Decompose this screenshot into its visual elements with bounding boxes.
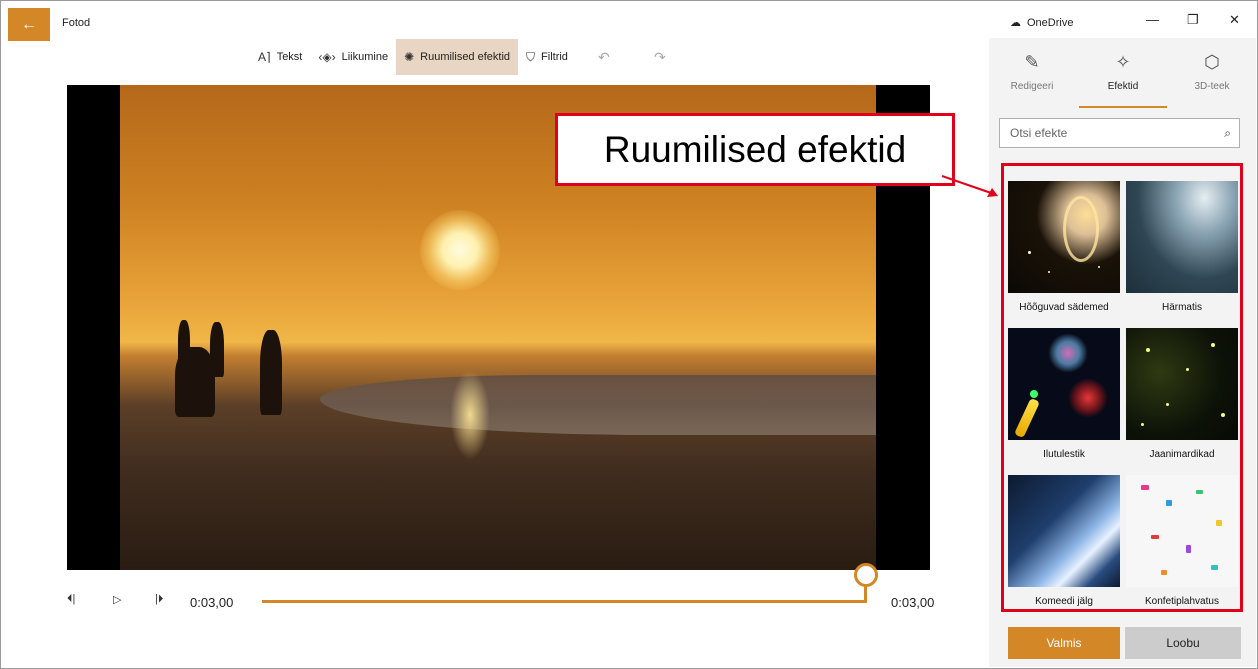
step-back-icon: ⏴|: [67, 593, 76, 605]
text-button-label: Tekst: [276, 51, 303, 63]
search-input[interactable]: [1008, 125, 1225, 141]
back-button[interactable]: ←: [8, 8, 50, 41]
minimize-button[interactable]: —: [1146, 12, 1159, 27]
effect-thumbnail: [1008, 328, 1120, 440]
tab-effects-label: Efektid: [1107, 81, 1139, 92]
cancel-button[interactable]: Loobu: [1125, 627, 1241, 659]
wave: [320, 375, 876, 435]
step-forward-icon: |⏵: [155, 593, 164, 605]
timeline-thumb[interactable]: [854, 563, 878, 587]
onedrive-label: OneDrive: [1027, 16, 1074, 29]
play-icon: ▷: [113, 594, 122, 606]
arrow-left-icon: ←: [21, 15, 37, 33]
spatial-effects-button[interactable]: ✺ Ruumilised efektid: [396, 39, 519, 75]
redo-button[interactable]: ↷: [632, 39, 688, 75]
motion-button[interactable]: ‹◈› Liikumine: [310, 39, 396, 75]
effect-thumbnail: [1008, 475, 1120, 587]
effect-thumbnail: [1126, 475, 1238, 587]
tab-3d-library[interactable]: ⬡ 3D-teek: [1177, 52, 1247, 92]
effect-label: Komeedi jälg: [1035, 596, 1093, 607]
previous-frame-button[interactable]: ⏴|: [67, 593, 75, 606]
tab-edit[interactable]: ✎ Redigeeri: [997, 52, 1067, 92]
effect-label: Konfetiplahvatus: [1145, 596, 1219, 607]
active-tab-indicator: [1079, 106, 1167, 108]
spatial-effects-button-label: Ruumilised efektid: [420, 51, 511, 63]
pencil-icon: ✎: [1024, 52, 1040, 72]
cloud-off-icon: ☁: [1010, 17, 1021, 29]
tab-effects[interactable]: ✧ Efektid: [1088, 52, 1158, 92]
annotation-arrow: [941, 175, 998, 197]
next-frame-button[interactable]: |⏵: [155, 593, 163, 606]
filters-button[interactable]: ⛉ Filtrid: [518, 39, 576, 75]
effect-thumbnail: [1126, 328, 1238, 440]
effect-card-confetti-burst[interactable]: Konfetiplahvatus: [1126, 475, 1238, 607]
filter-icon: ⛉: [526, 49, 536, 64]
sparkle-icon: ✧: [1115, 52, 1131, 72]
person-silhouette: [260, 330, 282, 415]
onedrive-status[interactable]: ☁ OneDrive: [1010, 16, 1074, 30]
effect-card-fireflies[interactable]: Jaanimardikad: [1126, 328, 1238, 460]
redo-icon: ↷: [654, 48, 666, 65]
timeline-track[interactable]: [262, 600, 867, 603]
undo-icon: ↶: [598, 48, 610, 65]
effect-thumbnail: [1126, 181, 1238, 293]
filters-button-label: Filtrid: [541, 51, 568, 63]
person-silhouette: [175, 347, 215, 417]
effect-label: Hõõguvad sädemed: [1019, 302, 1109, 313]
undo-button[interactable]: ↶: [576, 39, 632, 75]
app-title: Fotod: [62, 17, 91, 29]
effect-thumbnail: [1008, 181, 1120, 293]
motion-icon: ‹◈›: [318, 50, 336, 64]
maximize-button[interactable]: ❐: [1187, 12, 1199, 28]
effect-label: Härmatis: [1161, 302, 1202, 313]
sun: [420, 210, 500, 290]
total-time: 0:03,00: [891, 595, 935, 610]
effect-label: Jaanimardikad: [1149, 449, 1215, 460]
tab-edit-label: Redigeeri: [1010, 81, 1054, 92]
current-time: 0:03,00: [190, 595, 234, 610]
motion-button-label: Liikumine: [341, 51, 389, 63]
play-button[interactable]: ▷: [113, 593, 121, 606]
annotation-callout: Ruumilised efektid: [555, 113, 955, 186]
search-box[interactable]: ⌕: [999, 118, 1240, 148]
effect-card-frost[interactable]: Härmatis: [1126, 181, 1238, 313]
effect-label: Ilutulestik: [1043, 449, 1085, 460]
tab-3d-library-label: 3D-teek: [1194, 81, 1230, 92]
cube-icon: ⬡: [1204, 52, 1220, 72]
sparkle-effects-icon: ✺: [404, 50, 415, 64]
effect-card-comet-trail[interactable]: Komeedi jälg: [1008, 475, 1120, 607]
effect-card-glowing-sparks[interactable]: Hõõguvad sädemed: [1008, 181, 1120, 313]
search-icon[interactable]: ⌕: [1224, 126, 1231, 141]
effect-card-fireworks[interactable]: Ilutulestik: [1008, 328, 1120, 460]
text-button[interactable]: A⌉ Tekst: [250, 39, 310, 75]
close-button[interactable]: ✕: [1229, 12, 1240, 28]
text-icon: A⌉: [258, 50, 271, 64]
done-button[interactable]: Valmis: [1008, 627, 1120, 659]
toolbar: A⌉ Tekst ‹◈› Liikumine ✺ Ruumilised efek…: [250, 39, 688, 75]
sun-reflection: [450, 370, 490, 460]
